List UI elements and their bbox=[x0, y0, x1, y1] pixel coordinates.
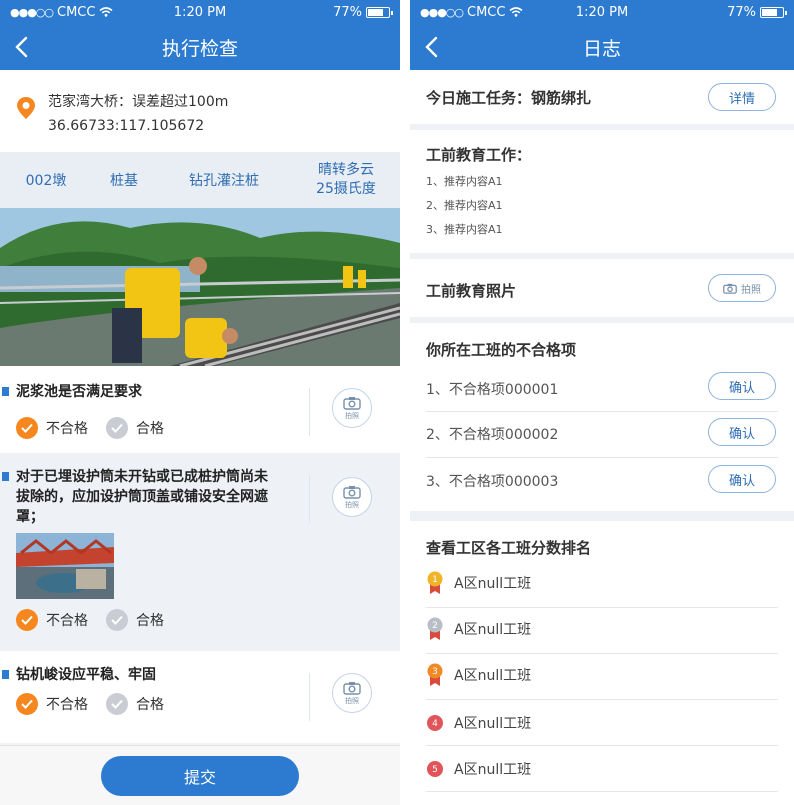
radio-unselected-icon bbox=[106, 693, 128, 715]
education-card: 工前教育工作： 1、推荐内容A1 2、推荐内容A1 3、推荐内容A1 bbox=[410, 130, 794, 253]
ranking-label: 查看工区各工班分数排名 bbox=[426, 539, 592, 557]
medal-gold-icon: 1 bbox=[427, 571, 443, 594]
svg-text:2: 2 bbox=[432, 621, 438, 631]
chevron-left-icon bbox=[15, 36, 28, 58]
battery-percent: 77% bbox=[727, 4, 756, 20]
location-name: 范家湾大桥：误差超过100m bbox=[48, 94, 229, 110]
attached-photo[interactable] bbox=[16, 533, 114, 599]
inspection-screen: ●●●○○ CMCC 1:20 PM 77% 执行检查 范家湾大桥：误差超过10… bbox=[0, 0, 400, 805]
education-item: 3、推荐内容A1 bbox=[426, 223, 503, 236]
ranking-card[interactable]: 查看工区各工班分数排名 1 A区null工班 2 A区null工班 3 A区nu… bbox=[410, 521, 794, 805]
defect-item: 1、不合格项000001 bbox=[426, 382, 559, 398]
fail-option[interactable]: 不合格 bbox=[16, 417, 88, 439]
method-label: 钻孔灌注桩 bbox=[189, 173, 259, 189]
svg-text:4: 4 bbox=[432, 719, 438, 729]
ranking-item[interactable]: 2 A区null工班 bbox=[426, 617, 531, 641]
nav-bar: 执行检查 bbox=[0, 24, 400, 70]
camera-button[interactable]: 拍照 bbox=[332, 673, 372, 713]
task-card: 今日施工任务：钢筋绑扎 详情 bbox=[410, 70, 794, 124]
wifi-icon bbox=[509, 7, 523, 17]
weather-label: 晴转多云 25摄氏度 bbox=[316, 162, 376, 197]
ranking-item[interactable]: 3 A区null工班 bbox=[426, 663, 531, 687]
defect-item: 3、不合格项000003 bbox=[426, 474, 559, 490]
confirm-button[interactable]: 确认 bbox=[708, 418, 776, 446]
ranking-item[interactable]: 5 A区null工班 bbox=[426, 757, 531, 781]
check-item-title: 钻机峻设应平稳、牢固 bbox=[2, 665, 310, 685]
pass-option[interactable]: 合格 bbox=[106, 609, 164, 631]
take-photo-button[interactable]: 拍照 bbox=[708, 274, 776, 302]
camera-icon bbox=[343, 396, 361, 410]
education-photo-card: 工前教育照片 拍照 bbox=[410, 259, 794, 317]
check-item: 钻机峻设应平稳、牢固 拍照 不合格 合格 bbox=[0, 651, 400, 743]
confirm-button[interactable]: 确认 bbox=[708, 465, 776, 493]
camera-icon bbox=[343, 681, 361, 695]
signal-icon: ●●●○○ bbox=[10, 5, 54, 19]
location-coords: 36.66733:117.105672 bbox=[48, 118, 205, 134]
submit-button[interactable]: 提交 bbox=[101, 755, 299, 796]
fail-option[interactable]: 不合格 bbox=[16, 693, 88, 715]
page-title: 执行检查 bbox=[161, 37, 238, 60]
camera-button[interactable]: 拍照 bbox=[332, 477, 372, 517]
status-bar: ●●●○○ CMCC 1:20 PM 77% bbox=[0, 0, 400, 24]
defect-item: 2、不合格项000002 bbox=[426, 427, 559, 443]
ranking-item[interactable]: 1 A区null工班 bbox=[426, 571, 531, 595]
log-screen: ●●●○○ CMCC 1:20 PM 77% 日志 今日施工任务：钢筋绑扎 详情… bbox=[410, 0, 794, 805]
defects-card: 你所在工班的不合格项 1、不合格项000001 确认 2、不合格项000002 … bbox=[410, 323, 794, 511]
check-item: 对于已埋设护筒未开钻或已成桩护筒尚未拔除的，应加设护筒顶盖或铺设安全网遮罩； 拍… bbox=[0, 453, 400, 651]
pier-label: 002墩 bbox=[25, 173, 67, 189]
location-section: 范家湾大桥：误差超过100m 36.66733:117.105672 bbox=[0, 70, 400, 152]
svg-text:3: 3 bbox=[432, 667, 438, 677]
chevron-left-icon bbox=[425, 36, 438, 58]
radio-selected-icon bbox=[16, 609, 38, 631]
nav-bar: 日志 bbox=[410, 24, 794, 70]
education-item: 1、推荐内容A1 bbox=[426, 175, 503, 188]
camera-icon bbox=[343, 485, 361, 499]
svg-text:1: 1 bbox=[432, 575, 438, 585]
signal-icon: ●●●○○ bbox=[420, 5, 464, 19]
check-item-title: 对于已埋设护筒未开钻或已成桩护筒尚未拔除的，应加设护筒顶盖或铺设安全网遮罩； bbox=[2, 469, 268, 525]
back-button[interactable] bbox=[424, 34, 450, 60]
back-button[interactable] bbox=[14, 34, 40, 60]
page-title: 日志 bbox=[582, 37, 621, 60]
medal-bronze-icon: 3 bbox=[427, 663, 443, 686]
status-bar: ●●●○○ CMCC 1:20 PM 77% bbox=[410, 0, 794, 24]
task-label: 今日施工任务：钢筋绑扎 bbox=[426, 89, 592, 107]
rank-badge-icon: 4 bbox=[427, 715, 443, 731]
medal-silver-icon: 2 bbox=[427, 617, 443, 640]
carrier: CMCC bbox=[467, 4, 506, 20]
ranking-item[interactable]: 4 A区null工班 bbox=[426, 711, 531, 735]
confirm-button[interactable]: 确认 bbox=[708, 372, 776, 400]
battery-icon bbox=[366, 6, 393, 18]
submit-bar: 提交 bbox=[0, 745, 400, 805]
radio-unselected-icon bbox=[106, 609, 128, 631]
carrier: CMCC bbox=[57, 4, 96, 20]
radio-selected-icon bbox=[16, 417, 38, 439]
pass-option[interactable]: 合格 bbox=[106, 417, 164, 439]
fail-option[interactable]: 不合格 bbox=[16, 609, 88, 631]
check-item-title: 泥浆池是否满足要求 bbox=[2, 382, 310, 402]
pass-option[interactable]: 合格 bbox=[106, 693, 164, 715]
svg-text:5: 5 bbox=[432, 765, 438, 775]
rank-badge-icon: 5 bbox=[427, 761, 443, 777]
radio-unselected-icon bbox=[106, 417, 128, 439]
location-pin-icon bbox=[17, 97, 35, 119]
education-photo-label: 工前教育照片 bbox=[426, 282, 517, 300]
radio-selected-icon bbox=[16, 693, 38, 715]
camera-icon bbox=[723, 283, 737, 294]
part-label: 桩基 bbox=[110, 173, 138, 189]
education-item: 2、推荐内容A1 bbox=[426, 199, 503, 212]
check-item: 泥浆池是否满足要求 拍照 不合格 合格 bbox=[0, 366, 400, 453]
site-photo bbox=[0, 208, 400, 366]
education-label: 工前教育工作： bbox=[426, 146, 532, 164]
defects-label: 你所在工班的不合格项 bbox=[426, 341, 577, 359]
details-button[interactable]: 详情 bbox=[708, 83, 776, 111]
battery-icon bbox=[760, 6, 787, 18]
wifi-icon bbox=[99, 7, 113, 17]
info-strip: 002墩 桩基 钻孔灌注桩 晴转多云 25摄氏度 bbox=[0, 152, 400, 208]
camera-button[interactable]: 拍照 bbox=[332, 388, 372, 428]
battery-percent: 77% bbox=[333, 4, 362, 20]
